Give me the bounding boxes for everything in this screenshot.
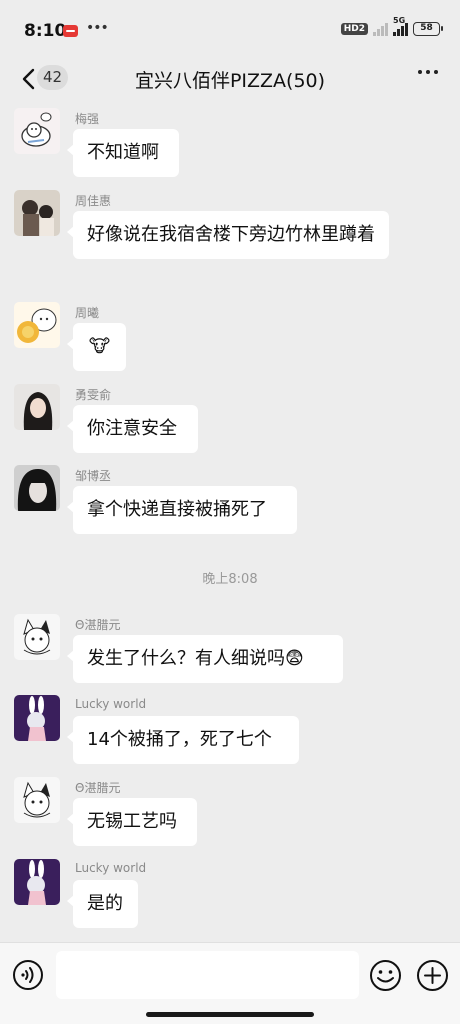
avatar[interactable] [14,190,60,236]
more-dots-icon[interactable] [418,70,438,74]
sender-name: Lucky world [75,861,147,875]
battery-icon: 58 [413,22,443,36]
message-text: 好像说在我宿舍楼下旁边竹林里蹲着 [87,224,375,245]
sender-name: 勇雯俞 [75,388,112,402]
sender-name: Θ湛腊元 [75,618,121,632]
message-bubble[interactable]: 无锡工艺吗 [67,798,197,846]
sender-name: Lucky world [75,697,147,711]
message-bubble[interactable]: 好像说在我宿舍楼下旁边竹林里蹲着 [67,211,389,259]
message-bubble[interactable]: 你注意安全 [67,405,198,453]
network-type: 5G [393,16,406,25]
chat-title: 宜兴八佰伴PIZZA(50) [134,70,326,92]
emoji-icon[interactable] [369,959,402,992]
unread-count-badge[interactable]: 42 [37,65,68,90]
sender-name: 梅强 [75,112,100,126]
notification-app-icon [63,25,78,37]
message-bubble[interactable]: 🐮 [67,323,126,371]
status-bar: 8:10 ••• HD2 5G 58 [0,0,460,62]
avatar[interactable] [14,108,60,154]
sender-name: 周曦 [75,306,100,320]
message-bubble[interactable]: 不知道啊 [67,129,179,177]
message-text: 发生了什么？有人细说吗😨 [87,648,304,669]
sender-name: 周佳惠 [75,194,112,208]
avatar[interactable] [14,695,60,741]
status-time: 8:10 [24,21,67,41]
message-text: 是的 [87,893,123,914]
notification-more-icon: ••• [86,20,109,36]
avatar[interactable] [14,465,60,511]
avatar[interactable] [14,614,60,660]
message-text: 🐮 [88,336,111,357]
avatar[interactable] [14,384,60,430]
signal-icon-secondary [373,22,388,36]
sender-name: Θ湛腊元 [75,781,121,795]
sender-name: 邹博丞 [75,469,112,483]
signal-icon: 5G [393,16,408,36]
chat-header: 42 宜兴八佰伴PIZZA(50) [0,54,460,102]
message-text: 14个被捅了，死了七个 [87,729,272,750]
message-bubble[interactable]: 发生了什么？有人细说吗😨 [67,635,343,683]
message-bubble[interactable]: 拿个快递直接被捅死了 [67,486,297,534]
message-text: 不知道啊 [87,142,159,163]
voice-icon[interactable] [12,959,44,991]
avatar[interactable] [14,302,60,348]
home-indicator[interactable] [146,1012,314,1017]
message-text: 你注意安全 [87,418,177,439]
message-bubble[interactable]: 14个被捅了，死了七个 [67,716,299,764]
message-text: 拿个快递直接被捅死了 [87,499,267,520]
status-indicators: HD2 5G 58 [340,16,443,36]
avatar[interactable] [14,777,60,823]
time-separator: 晚上8:08 [202,572,258,587]
message-input[interactable] [56,951,359,999]
message-text: 无锡工艺吗 [87,811,177,832]
avatar[interactable] [14,859,60,905]
message-bubble[interactable]: 是的 [67,880,138,928]
hd-badge: HD2 [340,23,368,35]
plus-icon[interactable] [416,959,449,992]
